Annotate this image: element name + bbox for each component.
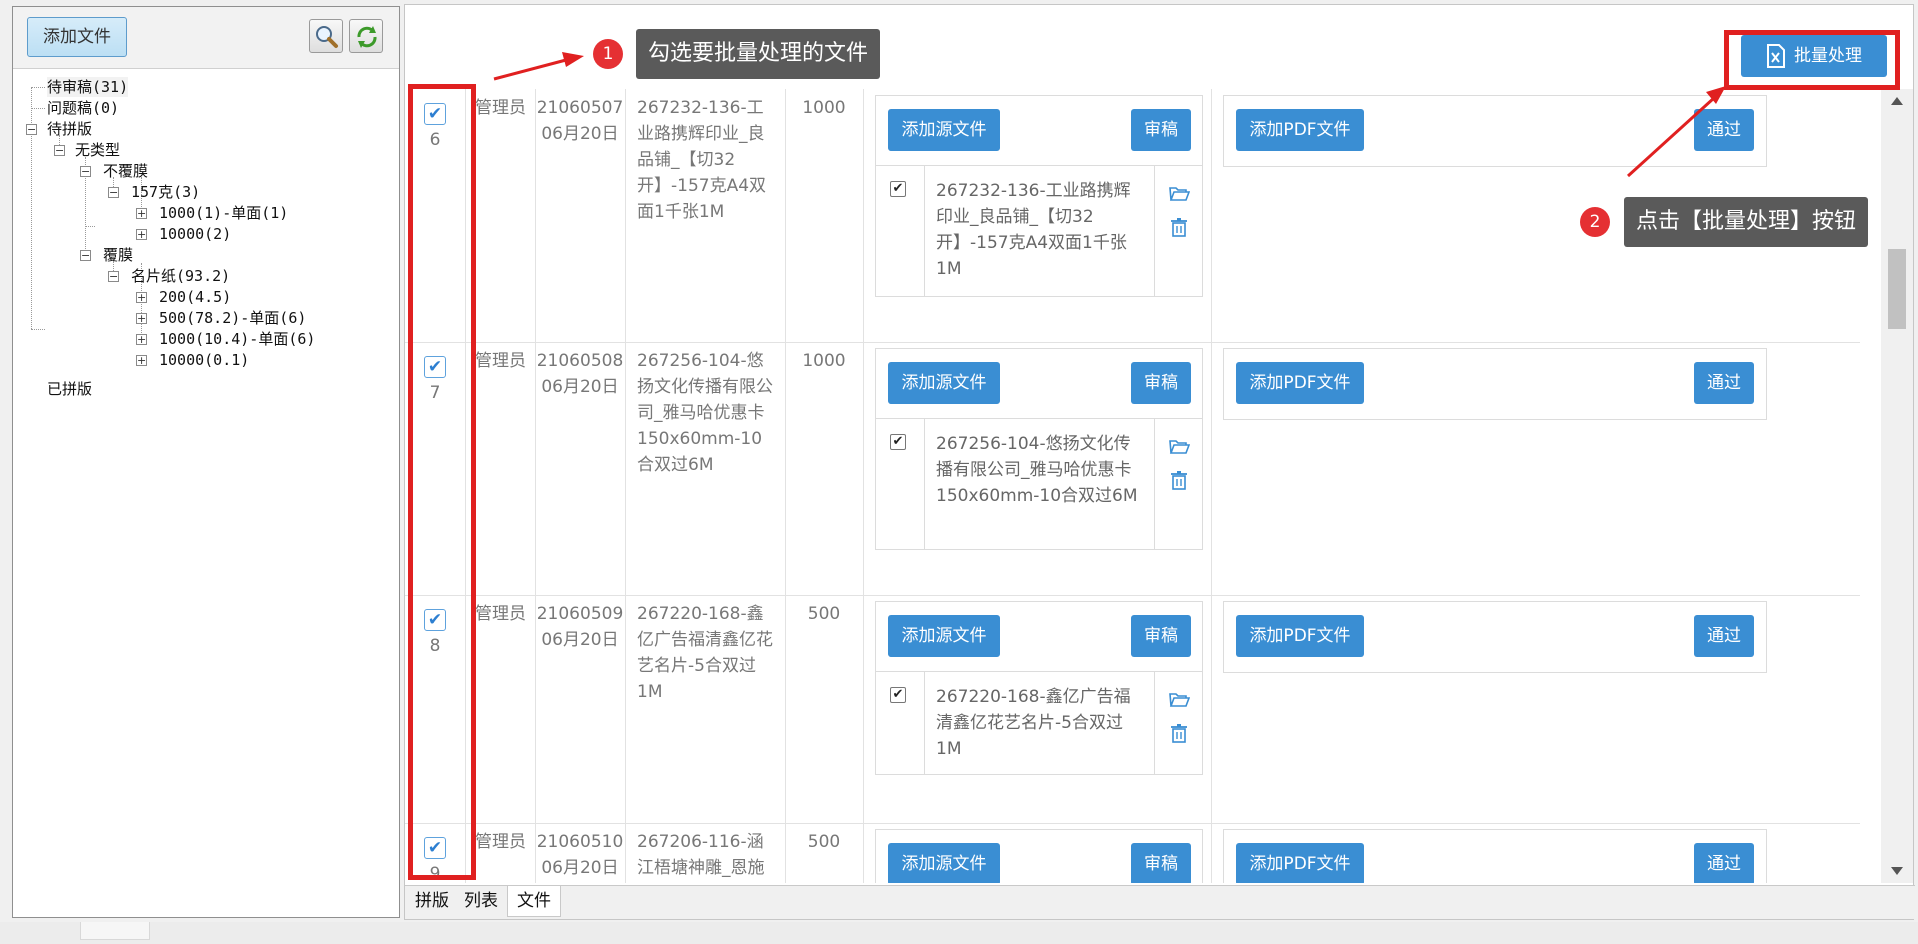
arrowhead-icon [562, 52, 584, 67]
step-tooltip: 点击【批量处理】按钮 [1624, 197, 1869, 247]
step-tooltip: 勾选要批量处理的文件 [636, 29, 881, 79]
arrow-line [1626, 96, 1716, 178]
annotation-arrows [493, 52, 1726, 178]
step-badge: 2 [1580, 207, 1610, 237]
arrow-line [493, 58, 567, 81]
step-badge: 1 [593, 39, 623, 69]
